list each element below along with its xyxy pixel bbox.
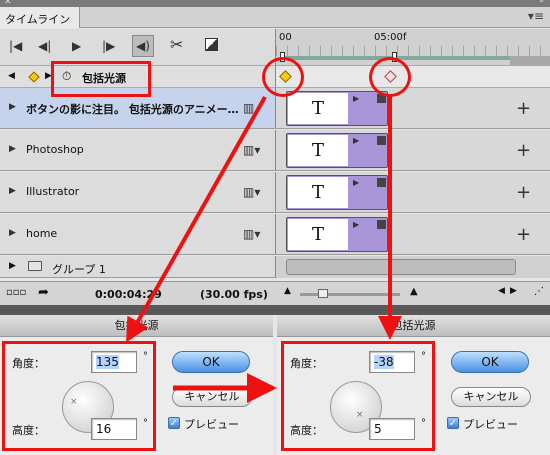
divider: [0, 305, 550, 315]
ruler-mark-label: 05:00f: [374, 32, 407, 43]
render-icon[interactable]: ➦: [38, 285, 49, 300]
annotation-circle-end: [369, 57, 411, 97]
zoom-slider[interactable]: [300, 293, 400, 296]
step-back-icon[interactable]: ◀|: [38, 39, 51, 53]
layer-name: Illustrator: [26, 185, 80, 198]
expand-icon[interactable]: ▶: [9, 186, 16, 196]
cancel-button[interactable]: キャンセル: [451, 387, 531, 407]
layer-track[interactable]: T ▶ +: [275, 130, 550, 171]
transition-icon[interactable]: [205, 38, 218, 51]
clip-end-icon: [377, 178, 386, 187]
layer-row[interactable]: ▶ home ▥▾: [0, 214, 275, 255]
clip-end-icon: [377, 220, 386, 229]
clip-end-icon: [377, 136, 386, 145]
close-icon[interactable]: ✕: [4, 0, 12, 7]
panel-titlebar: タイムライン ▾≡: [0, 7, 550, 28]
folder-icon: [28, 261, 42, 271]
film-icon[interactable]: ▥: [243, 101, 254, 115]
expand-icon[interactable]: ▶: [9, 144, 16, 154]
annotation-circle-start: [262, 57, 304, 97]
keyframe-toggle-icon[interactable]: [28, 71, 40, 83]
film-icon[interactable]: ▥▾: [243, 143, 260, 157]
layer-clip[interactable]: T ▶: [286, 175, 388, 210]
layer-track[interactable]: T ▶ +: [275, 172, 550, 213]
frame-rate: (30.00 fps): [200, 288, 268, 301]
preview-checkbox[interactable]: ✓: [168, 417, 180, 429]
scroll-right-icon[interactable]: ▶: [510, 286, 517, 296]
text-thumbnail: T: [288, 93, 348, 124]
step-forward-icon[interactable]: |▶: [102, 39, 115, 53]
tab-timeline[interactable]: タイムライン: [0, 7, 80, 28]
clip-arrow-icon: ▶: [353, 220, 360, 229]
resize-grip-icon[interactable]: ⋰: [534, 286, 544, 297]
status-bar: ▫▫▫ ➦ 0:00:04:29 (30.00 fps) ▲ ▲ ◀ ▶ ⋰: [0, 281, 550, 305]
layer-row[interactable]: ▶ Illustrator ▥▾: [0, 172, 275, 213]
annotation-box-property: [51, 61, 151, 97]
dialog-title: 包括光源: [0, 315, 273, 337]
clip-arrow-icon: ▶: [353, 178, 360, 187]
group-clip[interactable]: [286, 259, 516, 275]
group-name: グループ 1: [52, 263, 106, 276]
preview-checkbox[interactable]: ✓: [447, 417, 459, 429]
group-row[interactable]: ▶ グループ 1: [0, 256, 275, 278]
zoom-out-icon[interactable]: ▲: [284, 286, 291, 296]
film-icon[interactable]: ▥▾: [243, 185, 260, 199]
film-icon[interactable]: ▥▾: [243, 227, 260, 241]
layer-name: home: [26, 227, 58, 240]
zoom-in-icon[interactable]: ▲: [410, 286, 418, 297]
ok-button[interactable]: OK: [451, 351, 529, 373]
layer-track[interactable]: T ▶ +: [275, 88, 550, 129]
annotation-box-before: [2, 341, 156, 451]
layer-name: Photoshop: [26, 143, 84, 156]
annotation-box-after: [281, 341, 435, 451]
ruler-start-label: 00: [279, 32, 292, 43]
expand-icon[interactable]: ▶: [9, 102, 16, 112]
layer-clip[interactable]: T ▶: [286, 91, 388, 126]
text-thumbnail: T: [288, 219, 348, 250]
audio-icon[interactable]: ◀): [132, 35, 154, 57]
dialog-title: 包括光源: [277, 315, 550, 337]
panel-menu-icon[interactable]: ▾≡: [528, 9, 544, 23]
scroll-left-icon[interactable]: ◀: [498, 286, 505, 296]
add-media-icon[interactable]: +: [516, 182, 531, 203]
layer-clip[interactable]: T ▶: [286, 217, 388, 252]
frames-icon[interactable]: ▫▫▫: [6, 287, 26, 298]
layer-track[interactable]: T ▶ +: [275, 214, 550, 255]
panel-chrome: ✕ »: [0, 0, 550, 7]
layer-name: ボタンの影に注目。 包括光源のアニメー…: [26, 103, 239, 116]
expand-icon[interactable]: ▶: [9, 228, 16, 238]
text-thumbnail: T: [288, 177, 348, 208]
time-ruler[interactable]: 00 05:00f: [275, 29, 550, 66]
add-media-icon[interactable]: +: [516, 98, 531, 119]
current-time: 0:00:04:29: [95, 288, 162, 301]
zoom-thumb[interactable]: [318, 289, 328, 298]
preview-label: プレビュー: [184, 418, 239, 431]
collapse-icon[interactable]: »: [538, 0, 544, 6]
work-area-end: [510, 56, 550, 66]
cut-icon[interactable]: ✂: [170, 35, 183, 54]
clip-arrow-icon: ▶: [353, 94, 360, 103]
preview-label: プレビュー: [463, 418, 518, 431]
add-media-icon[interactable]: +: [516, 224, 531, 245]
text-thumbnail: T: [288, 135, 348, 166]
expand-icon[interactable]: ▶: [9, 261, 16, 271]
ok-button[interactable]: OK: [172, 351, 250, 373]
clip-arrow-icon: ▶: [353, 136, 360, 145]
property-track[interactable]: [275, 66, 550, 88]
play-icon[interactable]: ▶: [72, 39, 81, 53]
go-first-icon[interactable]: |◀: [9, 39, 22, 53]
prev-keyframe-icon[interactable]: ◀: [8, 71, 15, 81]
group-track[interactable]: [275, 256, 550, 278]
ruler-ticks: [276, 46, 550, 56]
cancel-button[interactable]: キャンセル: [172, 387, 252, 407]
layer-clip[interactable]: T ▶: [286, 133, 388, 168]
layer-row[interactable]: ▶ Photoshop ▥▾: [0, 130, 275, 171]
add-media-icon[interactable]: +: [516, 140, 531, 161]
